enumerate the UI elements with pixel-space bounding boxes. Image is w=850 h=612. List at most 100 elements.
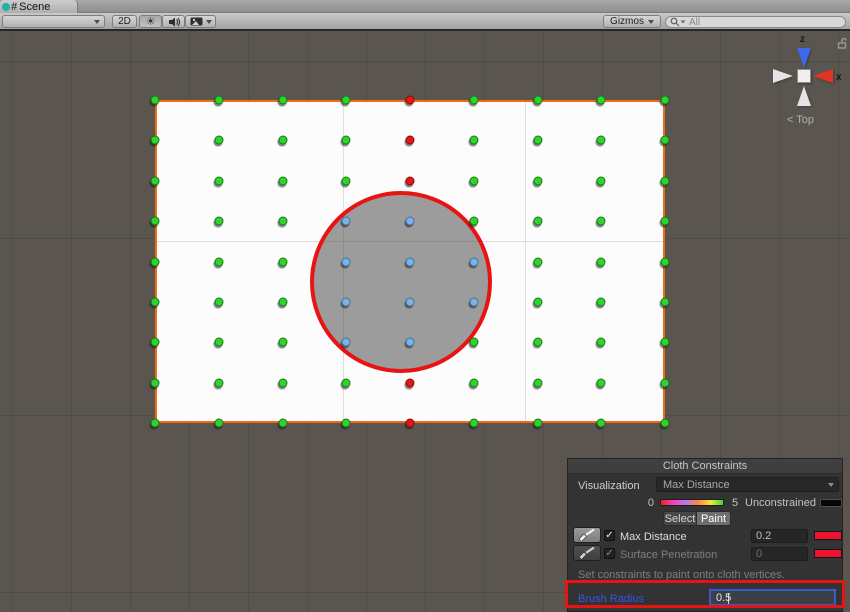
cloth-vertex[interactable] (278, 338, 287, 347)
cloth-vertex[interactable] (469, 136, 478, 145)
cloth-vertex[interactable] (278, 96, 287, 105)
select-mode-button[interactable]: Select (663, 511, 697, 526)
cloth-vertex[interactable] (151, 419, 160, 428)
cloth-vertex[interactable] (661, 378, 670, 387)
cloth-vertex[interactable] (342, 257, 351, 266)
cloth-vertex[interactable] (342, 96, 351, 105)
max-distance-checkbox[interactable]: ✓ (604, 530, 615, 541)
surface-penetration-brush-button[interactable] (573, 545, 601, 561)
cloth-vertex[interactable] (533, 257, 542, 266)
audio-toggle-button[interactable] (162, 15, 185, 28)
cloth-vertex[interactable] (406, 96, 415, 105)
unconstrained-color-swatch[interactable] (820, 499, 842, 507)
cloth-vertex[interactable] (469, 257, 478, 266)
cloth-vertex[interactable] (661, 297, 670, 306)
cloth-vertex[interactable] (278, 217, 287, 226)
x-axis-cone-icon[interactable] (813, 69, 833, 83)
neg-z-axis-cone-icon[interactable] (797, 86, 811, 106)
cloth-vertex[interactable] (597, 217, 606, 226)
cloth-vertex[interactable] (278, 297, 287, 306)
cloth-vertex[interactable] (533, 419, 542, 428)
effects-dropdown-button[interactable] (185, 15, 216, 28)
neg-x-axis-cone-icon[interactable] (773, 69, 793, 83)
cloth-vertex[interactable] (469, 297, 478, 306)
cloth-vertex[interactable] (661, 257, 670, 266)
cloth-vertex[interactable] (278, 419, 287, 428)
surface-penetration-checkbox[interactable]: ✓ (604, 548, 615, 559)
cloth-vertex[interactable] (278, 257, 287, 266)
cloth-vertex[interactable] (214, 297, 223, 306)
cloth-vertex[interactable] (533, 136, 542, 145)
cloth-vertex[interactable] (406, 378, 415, 387)
gizmos-dropdown[interactable]: Gizmos (603, 15, 661, 28)
cloth-vertex[interactable] (342, 217, 351, 226)
cloth-vertex[interactable] (214, 136, 223, 145)
cloth-vertex[interactable] (342, 297, 351, 306)
cloth-vertex[interactable] (661, 96, 670, 105)
cloth-vertex[interactable] (151, 257, 160, 266)
cloth-vertex[interactable] (406, 297, 415, 306)
cloth-vertex[interactable] (661, 176, 670, 185)
paint-mode-button[interactable]: Paint (697, 511, 731, 526)
cloth-vertex[interactable] (533, 176, 542, 185)
cloth-vertex[interactable] (597, 419, 606, 428)
surface-penetration-field[interactable]: 0 (751, 547, 808, 561)
cloth-vertex[interactable] (469, 217, 478, 226)
2d-toggle-button[interactable]: 2D (112, 15, 137, 28)
cloth-vertex[interactable] (597, 136, 606, 145)
cloth-vertex[interactable] (469, 176, 478, 185)
cloth-vertex[interactable] (342, 419, 351, 428)
cloth-vertex[interactable] (406, 419, 415, 428)
cloth-vertex[interactable] (151, 96, 160, 105)
cloth-vertex[interactable] (214, 176, 223, 185)
draw-mode-dropdown[interactable] (2, 15, 105, 28)
surface-penetration-color-swatch[interactable] (814, 549, 842, 558)
cloth-vertex[interactable] (661, 338, 670, 347)
cloth-vertex[interactable] (469, 419, 478, 428)
cloth-vertex[interactable] (214, 96, 223, 105)
cloth-vertex[interactable] (406, 217, 415, 226)
cloth-vertex[interactable] (342, 338, 351, 347)
cloth-vertex[interactable] (406, 136, 415, 145)
cloth-vertex[interactable] (406, 176, 415, 185)
cloth-vertex[interactable] (151, 338, 160, 347)
visualization-dropdown[interactable]: Max Distance (656, 477, 839, 492)
cloth-vertex[interactable] (597, 257, 606, 266)
cloth-vertex[interactable] (406, 338, 415, 347)
lighting-toggle-button[interactable]: ☀ (139, 15, 162, 28)
panel-title[interactable]: Cloth Constraints (568, 459, 842, 474)
cloth-vertex[interactable] (342, 378, 351, 387)
max-distance-brush-button[interactable] (573, 527, 601, 543)
cloth-vertex[interactable] (342, 136, 351, 145)
cloth-vertex[interactable] (661, 136, 670, 145)
cloth-vertex[interactable] (214, 338, 223, 347)
cloth-vertex[interactable] (214, 257, 223, 266)
cloth-vertex[interactable] (469, 378, 478, 387)
cloth-vertex[interactable] (278, 176, 287, 185)
cloth-vertex[interactable] (533, 217, 542, 226)
cloth-vertex[interactable] (597, 378, 606, 387)
cloth-vertex[interactable] (597, 338, 606, 347)
cloth-vertex[interactable] (469, 96, 478, 105)
cloth-vertex[interactable] (214, 217, 223, 226)
cloth-vertex[interactable] (151, 136, 160, 145)
cloth-vertex[interactable] (597, 297, 606, 306)
tab-scene[interactable]: # Scene (0, 0, 78, 13)
y-axis-cube-icon[interactable] (797, 69, 811, 83)
cloth-vertex[interactable] (214, 378, 223, 387)
cloth-vertex[interactable] (278, 378, 287, 387)
cloth-vertex[interactable] (597, 176, 606, 185)
max-distance-field[interactable]: 0.2 (751, 529, 808, 543)
cloth-vertex[interactable] (151, 297, 160, 306)
max-distance-color-swatch[interactable] (814, 531, 842, 540)
cloth-vertex[interactable] (151, 378, 160, 387)
view-orientation-label[interactable]: < Top (787, 114, 814, 126)
cloth-vertex[interactable] (533, 378, 542, 387)
cloth-vertex[interactable] (151, 217, 160, 226)
cloth-vertex[interactable] (533, 297, 542, 306)
cloth-vertex[interactable] (342, 176, 351, 185)
lock-icon[interactable] (837, 38, 847, 49)
cloth-vertex[interactable] (469, 338, 478, 347)
cloth-vertex[interactable] (533, 96, 542, 105)
z-axis-cone-icon[interactable] (797, 48, 811, 68)
